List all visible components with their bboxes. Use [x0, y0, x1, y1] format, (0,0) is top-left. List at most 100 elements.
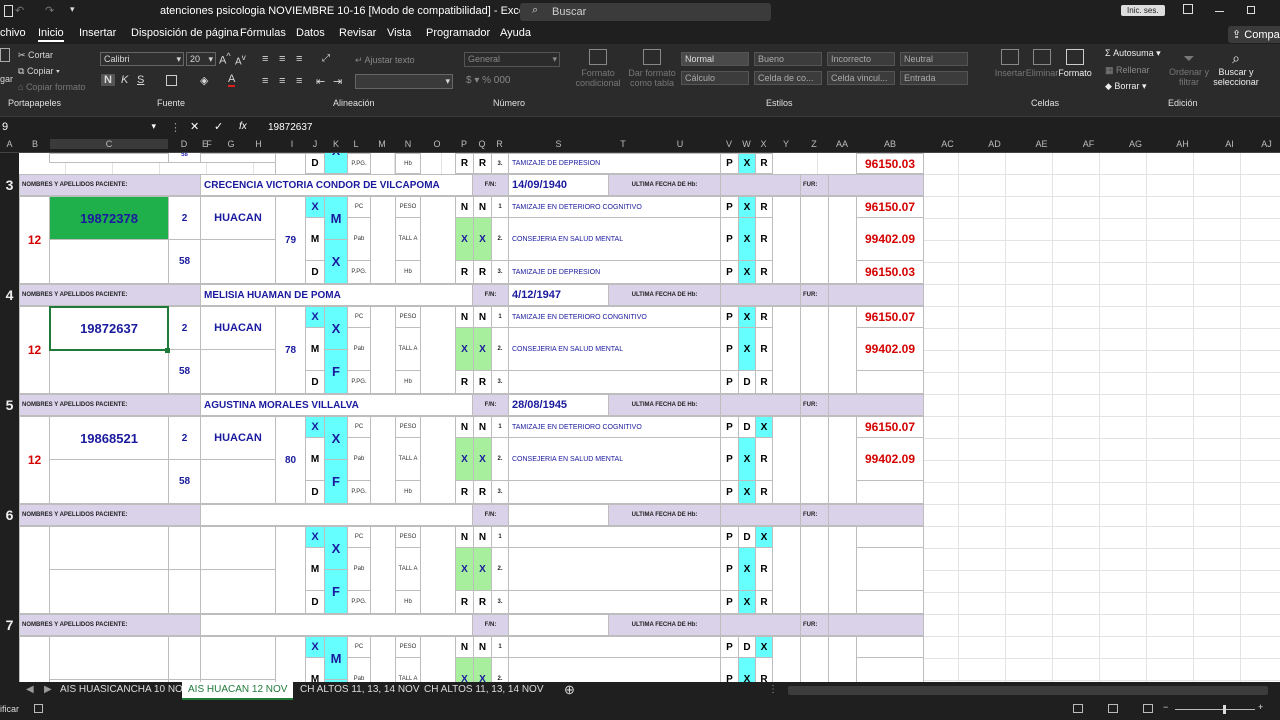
last-hb-value[interactable]	[720, 284, 801, 306]
dni-cell[interactable]: 19872637	[49, 306, 169, 350]
m-cell[interactable]	[370, 196, 396, 284]
r-1-cell[interactable]: 1	[491, 196, 509, 218]
k-cell-top[interactable]: X	[324, 526, 348, 570]
m-cell[interactable]	[370, 306, 396, 394]
j-x-cell[interactable]: X	[305, 306, 325, 328]
patient-name[interactable]: MELISIA HUAMAN DE POMA	[200, 284, 473, 306]
align-top-icon[interactable]: ≡	[262, 53, 268, 65]
fur-label[interactable]: FUR:	[800, 394, 829, 416]
y-cell[interactable]	[772, 636, 801, 682]
name-box[interactable]: 9 ▾	[0, 121, 160, 135]
p-n-cell[interactable]: N	[455, 636, 474, 658]
italic-icon[interactable]: K	[121, 74, 128, 86]
fill-button[interactable]: ▦ Rellenar	[1105, 65, 1150, 76]
service-2-cell[interactable]	[508, 547, 721, 591]
patient-header-label[interactable]: NOMBRES Y APELLIDOS PACIENTE:	[19, 174, 201, 196]
j-m-cell[interactable]: M	[305, 657, 325, 682]
q-x-cell[interactable]: X	[473, 437, 492, 481]
fn-label[interactable]: F/N:	[472, 174, 509, 196]
n-peso-cell[interactable]: PESO	[395, 306, 421, 328]
n-talla-cell[interactable]: TALL A	[395, 547, 421, 591]
x-cell-3[interactable]: R	[755, 590, 773, 614]
patient-name[interactable]: CRECENCIA VICTORIA CONDOR DE VILCAPOMA	[200, 174, 473, 196]
row-header[interactable]: 6	[0, 504, 19, 526]
p-r-cell[interactable]: R	[455, 480, 474, 504]
dob-value[interactable]: 28/08/1945	[508, 394, 609, 416]
menu-programador[interactable]: Programador	[426, 27, 490, 39]
cell-block2-c[interactable]	[49, 153, 169, 163]
o-cell[interactable]	[420, 306, 456, 394]
tabs-splitter-icon[interactable]: ⋮	[768, 684, 778, 695]
horizontal-scrollbar[interactable]	[788, 686, 1268, 695]
q-r-cell[interactable]: R	[473, 370, 492, 394]
ribbon-display-icon[interactable]	[1183, 4, 1193, 14]
w-cell-2[interactable]: X	[738, 327, 756, 371]
aa-cell[interactable]	[828, 306, 857, 394]
x-cell-3[interactable]: R	[755, 260, 773, 284]
code-1-cell[interactable]: 96150.07	[856, 306, 924, 328]
q-x-cell[interactable]: X	[473, 217, 492, 261]
dni-cell-bottom[interactable]	[49, 349, 169, 394]
row-header[interactable]: 5	[0, 394, 19, 416]
o-cell[interactable]	[420, 636, 456, 682]
j-d-cell[interactable]: D	[305, 260, 325, 284]
place-cell-bottom[interactable]	[200, 349, 276, 394]
insert-cells-button[interactable]: Insertar	[993, 49, 1027, 78]
k-cell-top[interactable]: X	[324, 416, 348, 460]
bold-icon[interactable]: N	[101, 74, 115, 86]
l-ppg-cell[interactable]: P.PG.	[347, 260, 371, 284]
r-2-cell[interactable]: 2.	[491, 327, 509, 371]
n-peso-cell[interactable]: PESO	[395, 526, 421, 548]
dob-value[interactable]	[508, 614, 609, 636]
code-3-cell[interactable]: 96150.03	[856, 260, 924, 284]
x-cell-2[interactable]: R	[755, 657, 773, 682]
x-cell-1[interactable]: X	[755, 636, 773, 658]
number-format-select[interactable]: General ▾	[464, 52, 560, 67]
v-p-cell-3[interactable]: P	[720, 590, 739, 614]
fn-label[interactable]: F/N:	[472, 504, 509, 526]
i-cell[interactable]: 78	[275, 306, 306, 394]
cell-top-j-d[interactable]: D	[305, 153, 325, 174]
place-cell-bottom[interactable]	[200, 459, 276, 504]
o-cell[interactable]	[420, 416, 456, 504]
menu-ayuda[interactable]: Ayuda	[500, 27, 531, 39]
age-cell[interactable]: 12	[19, 196, 50, 284]
j-d-cell[interactable]: D	[305, 480, 325, 504]
dni-cell[interactable]: 19868521	[49, 416, 169, 460]
align-middle-icon[interactable]: ≡	[279, 53, 285, 65]
style-neutral[interactable]: Neutral	[900, 52, 968, 66]
v-p-cell-2[interactable]: P	[720, 327, 739, 371]
last-hb-value[interactable]	[720, 174, 801, 196]
style-calculo[interactable]: Cálculo	[681, 71, 749, 85]
j-x-cell[interactable]: X	[305, 196, 325, 218]
column-header[interactable]: Z	[800, 139, 828, 149]
column-header[interactable]: U	[640, 139, 720, 149]
j-x-cell[interactable]: X	[305, 526, 325, 548]
q-n-cell[interactable]: N	[473, 196, 492, 218]
column-header[interactable]: V	[720, 139, 738, 149]
l-ppg-cell[interactable]: P.PG.	[347, 370, 371, 394]
aa-cell[interactable]	[828, 196, 857, 284]
underline-icon[interactable]: S	[137, 74, 144, 86]
j-m-cell[interactable]: M	[305, 547, 325, 591]
borders-icon[interactable]	[166, 75, 177, 86]
v-p-cell-1[interactable]: P	[720, 636, 739, 658]
i-cell[interactable]: 79	[275, 196, 306, 284]
restore-icon[interactable]	[1247, 6, 1255, 14]
w-cell-2[interactable]: X	[738, 437, 756, 481]
menu-archivo[interactable]: chivo	[0, 27, 26, 39]
n-peso-cell[interactable]: PESO	[395, 636, 421, 658]
dni-cell-bottom[interactable]	[49, 569, 169, 614]
sheet-tab-active[interactable]: AIS HUACAN 12 NOV	[182, 682, 294, 700]
service-1-cell[interactable]	[508, 526, 721, 548]
align-bottom-icon[interactable]: ≡	[296, 53, 302, 65]
service-2-cell[interactable]: CONSEJERIA EN SALUD MENTAL	[508, 217, 721, 261]
code-2-cell[interactable]	[856, 657, 924, 682]
d-bottom-cell[interactable]: 58	[168, 239, 201, 284]
aa-cell[interactable]	[828, 526, 857, 614]
code-2-cell[interactable]: 99402.09	[856, 437, 924, 481]
column-header[interactable]: W	[738, 139, 755, 149]
menu-datos[interactable]: Datos	[296, 27, 325, 39]
service-2-cell[interactable]: CONSEJERIA EN SALUD MENTAL	[508, 437, 721, 481]
w-cell-1[interactable]: X	[738, 196, 756, 218]
